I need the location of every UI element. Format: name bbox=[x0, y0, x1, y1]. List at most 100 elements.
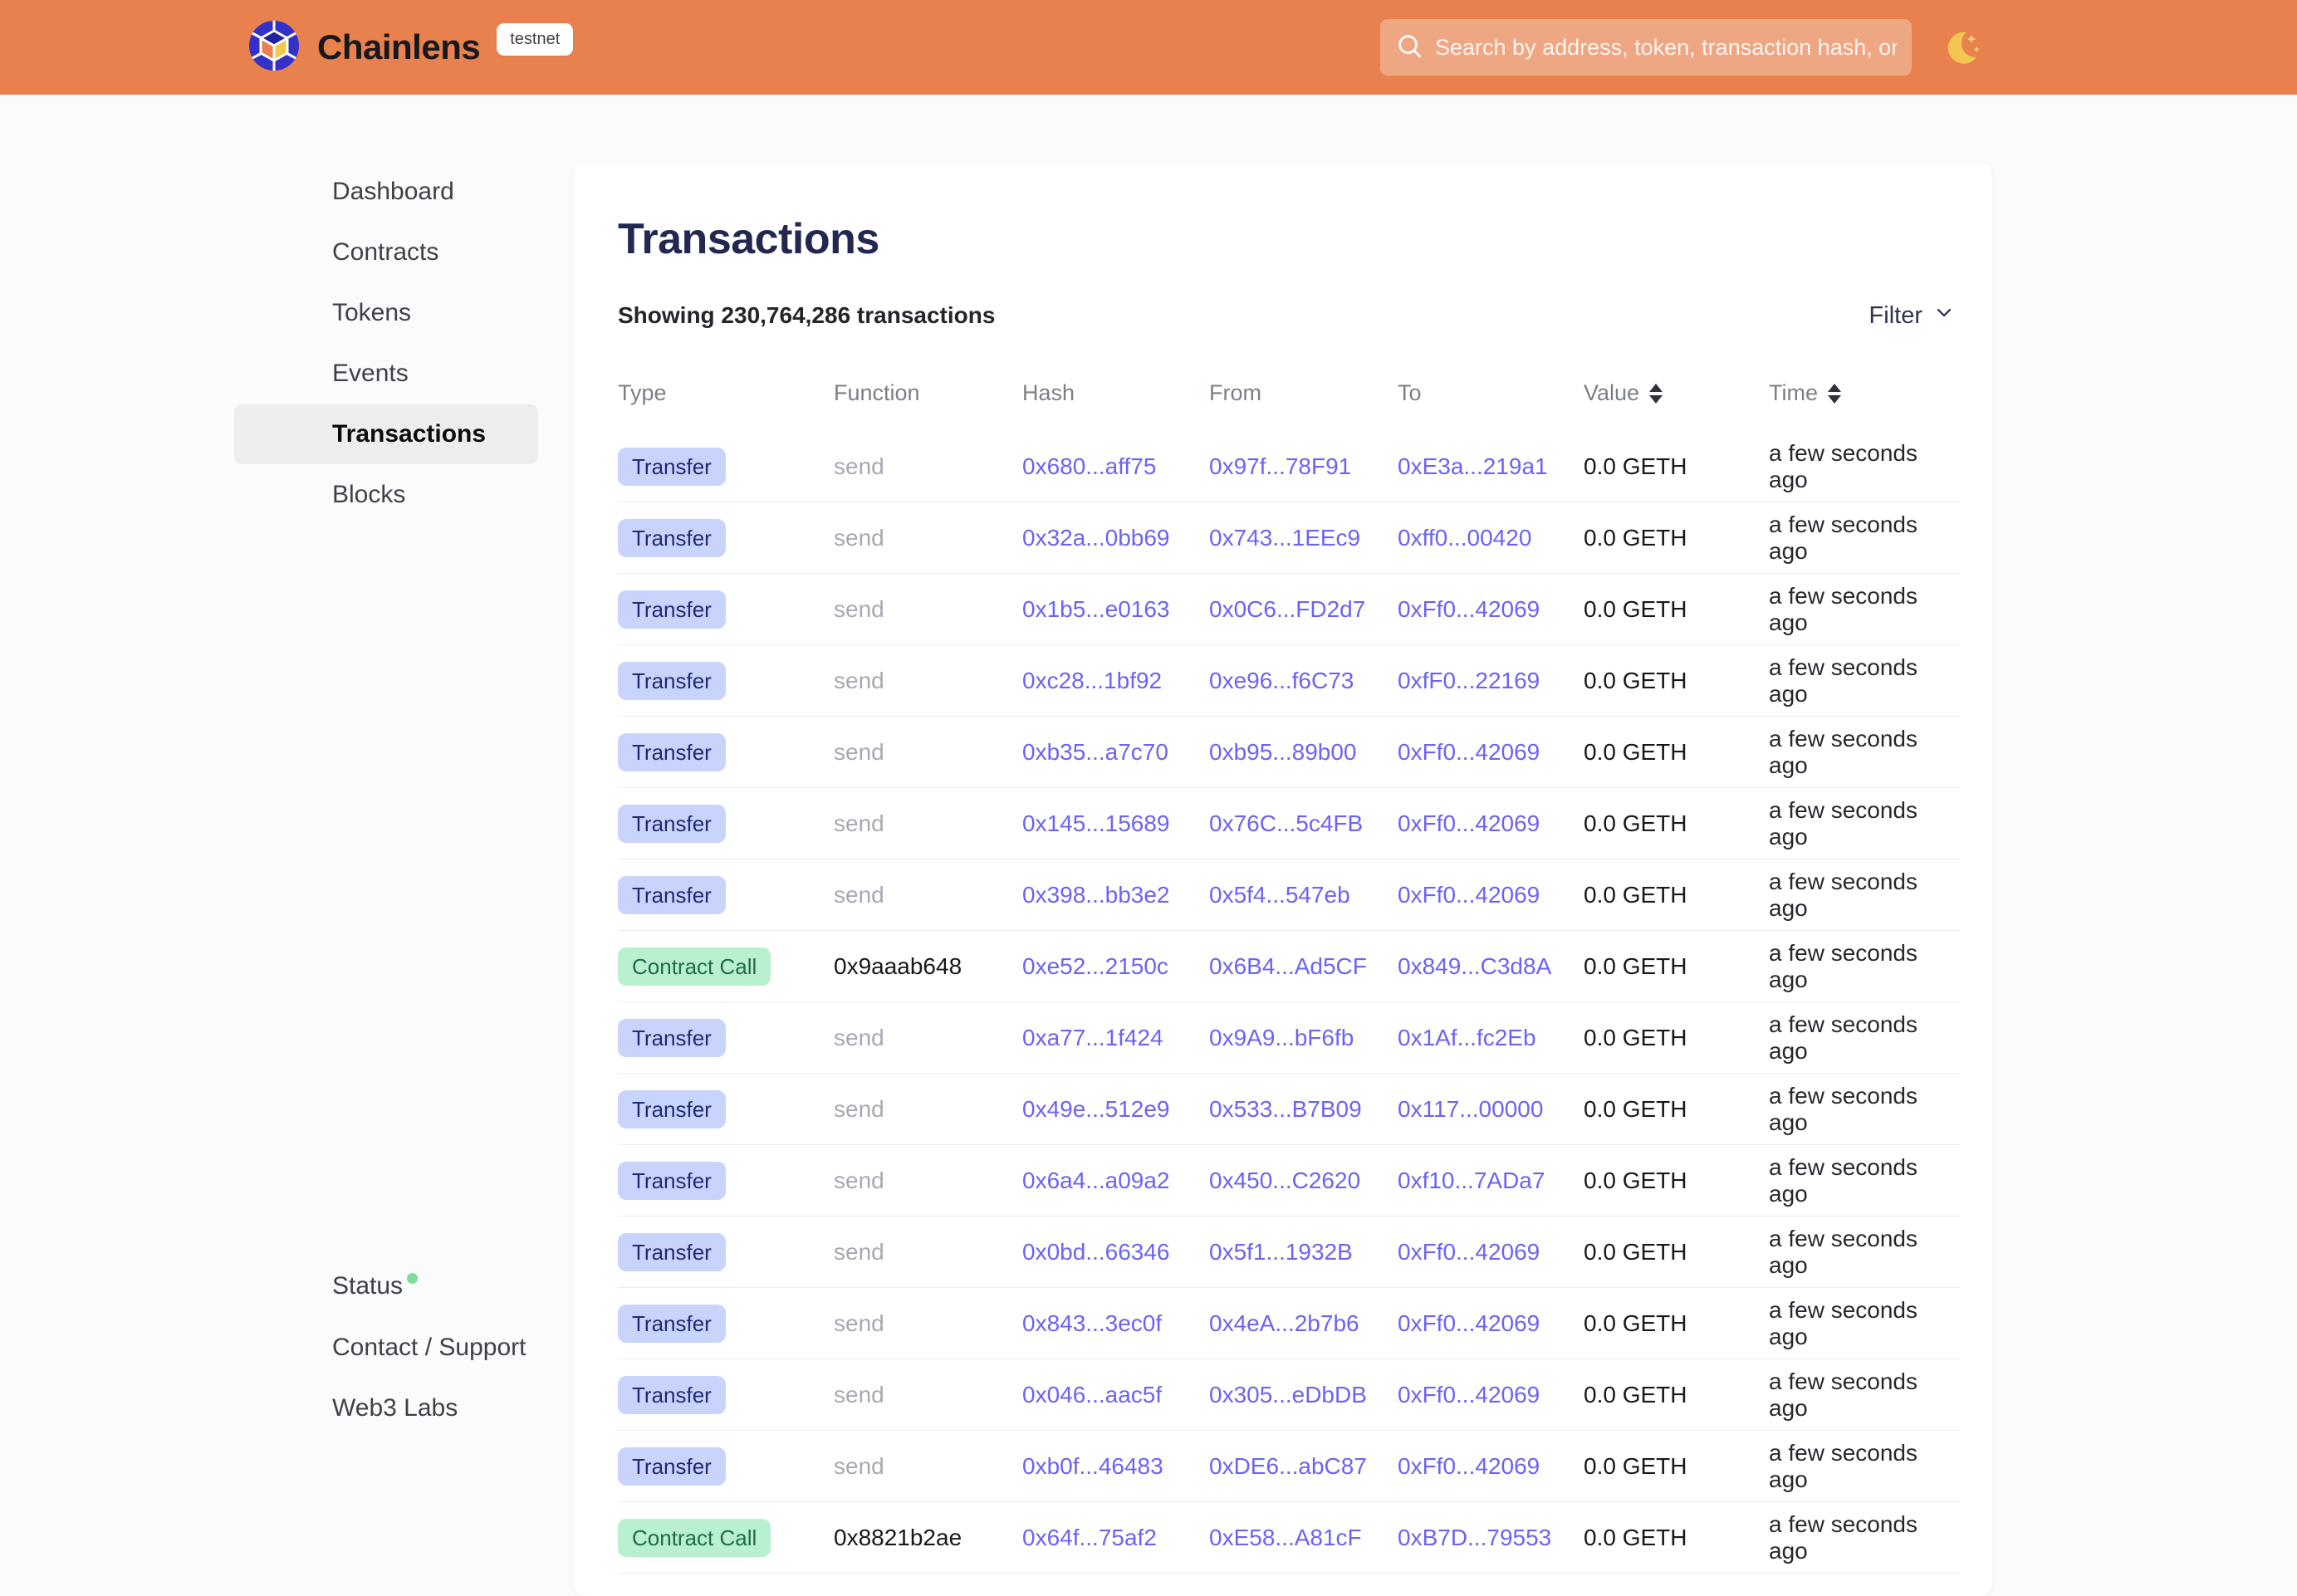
tx-from-link[interactable]: 0x0C6...FD2d7 bbox=[1209, 596, 1365, 622]
tx-to-link[interactable]: 0xFf0...42069 bbox=[1398, 1382, 1540, 1408]
tx-from-link[interactable]: 0xE58...A81cF bbox=[1209, 1525, 1362, 1550]
tx-time: a few seconds ago bbox=[1769, 1368, 1960, 1422]
sort-time-button[interactable] bbox=[1828, 384, 1841, 404]
dark-mode-toggle[interactable] bbox=[1942, 27, 1985, 70]
tx-hash-link[interactable]: 0x046...aac5f bbox=[1022, 1382, 1162, 1408]
tx-type-badge: Transfer bbox=[618, 448, 726, 486]
sort-value-button[interactable] bbox=[1649, 384, 1663, 404]
tx-hash-link[interactable]: 0xe52...2150c bbox=[1022, 953, 1168, 979]
tx-from-link[interactable]: 0x305...eDbDB bbox=[1209, 1382, 1367, 1408]
sidebar-item-events[interactable]: Events bbox=[234, 344, 538, 404]
tx-type-badge: Transfer bbox=[618, 662, 726, 700]
tx-hash-link[interactable]: 0x1b5...e0163 bbox=[1022, 596, 1170, 622]
tx-hash-link[interactable]: 0x843...3ec0f bbox=[1022, 1310, 1162, 1336]
tx-from-link[interactable]: 0x4eA...2b7b6 bbox=[1209, 1310, 1359, 1336]
tx-value: 0.0 GETH bbox=[1584, 596, 1769, 623]
global-search[interactable] bbox=[1380, 19, 1912, 76]
tx-to-link[interactable]: 0x1Af...fc2Eb bbox=[1398, 1025, 1536, 1050]
tx-to-link[interactable]: 0xFf0...42069 bbox=[1398, 882, 1540, 908]
repeat-icon bbox=[270, 419, 296, 450]
tx-from-link[interactable]: 0x5f4...547eb bbox=[1209, 882, 1350, 908]
tx-value: 0.0 GETH bbox=[1584, 668, 1769, 694]
tx-hash-link[interactable]: 0x6a4...a09a2 bbox=[1022, 1168, 1170, 1193]
sidebar-item-web3-labs[interactable]: Web3 Labs bbox=[234, 1378, 538, 1438]
tx-function: send bbox=[834, 1025, 1022, 1051]
tx-from-link[interactable]: 0xe96...f6C73 bbox=[1209, 668, 1354, 693]
tx-hash-link[interactable]: 0x145...15689 bbox=[1022, 810, 1170, 836]
tx-to-link[interactable]: 0xB7D...79553 bbox=[1398, 1525, 1551, 1550]
tx-time: a few seconds ago bbox=[1769, 1297, 1960, 1350]
tx-hash-link[interactable]: 0xc28...1bf92 bbox=[1022, 668, 1162, 693]
tx-from-link[interactable]: 0xDE6...abC87 bbox=[1209, 1453, 1367, 1479]
tx-from-link[interactable]: 0x9A9...bF6fb bbox=[1209, 1025, 1354, 1050]
tx-from-link[interactable]: 0x450...C2620 bbox=[1209, 1168, 1360, 1193]
tx-type-badge: Transfer bbox=[618, 1090, 726, 1128]
sidebar-item-contact-support[interactable]: Contact / Support bbox=[234, 1318, 538, 1378]
column-header-hash: Hash bbox=[1022, 380, 1209, 406]
tx-to-link[interactable]: 0xFf0...42069 bbox=[1398, 810, 1540, 836]
tx-to-link[interactable]: 0xFf0...42069 bbox=[1398, 1310, 1540, 1336]
tx-value: 0.0 GETH bbox=[1584, 1096, 1769, 1123]
sidebar-item-label: Tokens bbox=[332, 299, 411, 327]
sidebar-item-contracts[interactable]: Contracts bbox=[234, 223, 538, 282]
tx-function: send bbox=[834, 525, 1022, 551]
tx-hash-link[interactable]: 0x0bd...66346 bbox=[1022, 1239, 1170, 1265]
sidebar-item-blocks[interactable]: Blocks bbox=[234, 465, 538, 525]
sidebar-item-transactions[interactable]: Transactions bbox=[234, 404, 538, 464]
table-row: Transfer send 0xb0f...46483 0xDE6...abC8… bbox=[618, 1431, 1960, 1502]
table-row: Transfer send 0xb35...a7c70 0xb95...89b0… bbox=[618, 717, 1960, 788]
tx-to-link[interactable]: 0xFf0...42069 bbox=[1398, 1453, 1540, 1479]
tx-from-link[interactable]: 0x743...1EEc9 bbox=[1209, 525, 1360, 551]
tx-from-link[interactable]: 0x533...B7B09 bbox=[1209, 1096, 1362, 1122]
cube-icon bbox=[270, 480, 296, 511]
column-header-value: Value bbox=[1584, 380, 1769, 406]
sidebar-item-tokens[interactable]: Tokens bbox=[234, 283, 538, 343]
column-header-to: To bbox=[1398, 380, 1584, 406]
tx-to-link[interactable]: 0xE3a...219a1 bbox=[1398, 453, 1548, 479]
tx-hash-link[interactable]: 0x398...bb3e2 bbox=[1022, 882, 1170, 908]
tx-from-link[interactable]: 0x97f...78F91 bbox=[1209, 453, 1351, 479]
sidebar-item-status[interactable]: Status bbox=[234, 1257, 538, 1317]
tx-to-link[interactable]: 0xff0...00420 bbox=[1398, 525, 1531, 551]
life-buoy-icon bbox=[270, 1333, 296, 1363]
tx-value: 0.0 GETH bbox=[1584, 1239, 1769, 1266]
tx-from-link[interactable]: 0xb95...89b00 bbox=[1209, 739, 1357, 765]
tx-from-link[interactable]: 0x6B4...Ad5CF bbox=[1209, 953, 1367, 979]
tx-function: 0x9aaab648 bbox=[834, 953, 1022, 980]
tx-hash-link[interactable]: 0xa77...1f424 bbox=[1022, 1025, 1163, 1050]
tx-value: 0.0 GETH bbox=[1584, 1525, 1769, 1551]
tx-to-link[interactable]: 0xFf0...42069 bbox=[1398, 596, 1540, 622]
filter-button[interactable]: Filter bbox=[1869, 301, 1956, 330]
tx-to-link[interactable]: 0xFf0...42069 bbox=[1398, 1239, 1540, 1265]
tx-from-link[interactable]: 0x5f1...1932B bbox=[1209, 1239, 1353, 1265]
tx-hash-link[interactable]: 0x49e...512e9 bbox=[1022, 1096, 1170, 1122]
transactions-panel: Transactions Showing 230,764,286 transac… bbox=[573, 163, 1992, 1596]
tx-to-link[interactable]: 0x117...00000 bbox=[1398, 1096, 1543, 1122]
sidebar-item-label: Events bbox=[332, 360, 409, 388]
tx-to-link[interactable]: 0xFf0...42069 bbox=[1398, 739, 1540, 765]
sidebar-item-dashboard[interactable]: Dashboard bbox=[234, 162, 538, 222]
tx-hash-link[interactable]: 0x64f...75af2 bbox=[1022, 1525, 1157, 1550]
column-header-from: From bbox=[1209, 380, 1398, 406]
tx-value: 0.0 GETH bbox=[1584, 810, 1769, 837]
tx-hash-link[interactable]: 0x680...aff75 bbox=[1022, 453, 1156, 479]
tx-value: 0.0 GETH bbox=[1584, 953, 1769, 980]
tx-hash-link[interactable]: 0xb35...a7c70 bbox=[1022, 739, 1168, 765]
tx-to-link[interactable]: 0xf10...7ADa7 bbox=[1398, 1168, 1545, 1193]
table-row: Transfer send 0x0bd...66346 0x5f1...1932… bbox=[618, 1217, 1960, 1288]
tx-type-badge: Transfer bbox=[618, 1305, 726, 1343]
brand[interactable]: Chainlens testnet bbox=[247, 0, 573, 95]
tx-hash-link[interactable]: 0xb0f...46483 bbox=[1022, 1453, 1163, 1479]
search-input[interactable] bbox=[1435, 35, 1897, 61]
tx-from-link[interactable]: 0x76C...5c4FB bbox=[1209, 810, 1363, 836]
sidebar-item-label: Transactions bbox=[332, 420, 486, 448]
tx-time: a few seconds ago bbox=[1769, 1440, 1960, 1493]
tx-to-link[interactable]: 0xfF0...22169 bbox=[1398, 668, 1540, 693]
tx-hash-link[interactable]: 0x32a...0bb69 bbox=[1022, 525, 1170, 551]
tx-type-badge: Transfer bbox=[618, 1376, 726, 1414]
tx-to-link[interactable]: 0x849...C3d8A bbox=[1398, 953, 1551, 979]
sidebar: Dashboard Contracts Tokens bbox=[0, 95, 573, 1596]
tx-value: 0.0 GETH bbox=[1584, 525, 1769, 551]
table-row: Contract Call 0x9aaab648 0xe52...2150c 0… bbox=[618, 931, 1960, 1002]
brand-name: Chainlens bbox=[317, 27, 480, 67]
